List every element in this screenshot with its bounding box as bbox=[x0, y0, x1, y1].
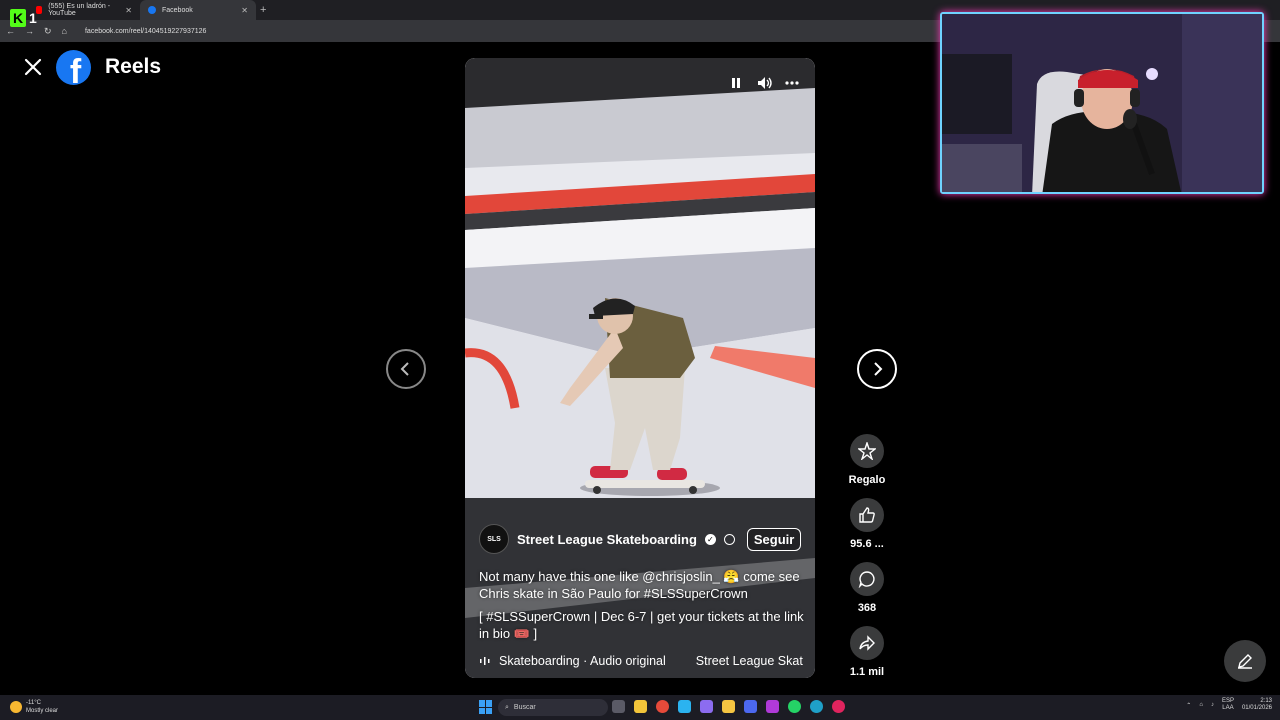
discord-icon[interactable] bbox=[744, 700, 757, 713]
follow-button[interactable]: Seguir bbox=[746, 527, 802, 551]
tab-facebook[interactable]: Facebook ✕ bbox=[140, 0, 256, 20]
tray-chevron-up-icon[interactable]: ⌃ bbox=[1186, 702, 1191, 709]
clock-time: 2:13 bbox=[1260, 698, 1272, 704]
comment-action[interactable]: 368 bbox=[841, 562, 893, 614]
forward-icon[interactable]: → bbox=[25, 26, 34, 36]
gift-action[interactable]: Regalo bbox=[841, 434, 893, 486]
volume-tray-icon[interactable]: ♪ bbox=[1211, 702, 1214, 708]
volume-button[interactable] bbox=[757, 76, 772, 90]
audio-wave-icon bbox=[480, 657, 490, 665]
app-icon[interactable] bbox=[766, 700, 779, 713]
gift-button[interactable] bbox=[850, 434, 884, 468]
share-count: 1.1 mil bbox=[849, 666, 885, 678]
app-icon[interactable] bbox=[700, 700, 713, 713]
task-view-icon[interactable] bbox=[612, 700, 625, 713]
audio-label: Skateboarding · Audio original bbox=[499, 654, 666, 668]
chevron-right-icon bbox=[874, 362, 883, 376]
next-reel-button[interactable] bbox=[857, 349, 897, 389]
caption-line: [ #SLSSuperCrown | Dec 6-7 | get your ti… bbox=[479, 609, 804, 641]
windows-start-icon[interactable] bbox=[479, 700, 493, 714]
url-field[interactable]: facebook.com/reel/1404519227937126 bbox=[85, 28, 206, 35]
share-icon bbox=[859, 635, 875, 651]
close-tab-icon[interactable]: ✕ bbox=[125, 6, 132, 15]
reel-owner-row: SLS Street League Skateboarding ✓ Seguir bbox=[479, 524, 809, 554]
system-tray: ⌃ ⌂ ♪ ESP LAA 2:13 01/01/2026 bbox=[1186, 698, 1272, 712]
edge-icon[interactable] bbox=[678, 700, 691, 713]
kick-logo-icon: K bbox=[10, 9, 26, 27]
like-button[interactable] bbox=[850, 498, 884, 532]
new-tab-icon[interactable]: + bbox=[260, 4, 266, 16]
page-title: Reels bbox=[105, 55, 162, 78]
volume-icon bbox=[758, 77, 772, 89]
facebook-favicon-icon bbox=[148, 6, 156, 14]
weather-icon bbox=[10, 701, 22, 713]
home-icon[interactable]: ⌂ bbox=[62, 26, 67, 36]
kick-badge: K 1 bbox=[10, 9, 37, 27]
taskbar-search[interactable]: ⌕ Buscar bbox=[498, 699, 608, 716]
owner-name[interactable]: Street League Skateboarding bbox=[517, 532, 697, 547]
reel-video[interactable]: SLS Street League Skateboarding ✓ Seguir… bbox=[465, 58, 815, 678]
compose-button[interactable] bbox=[1224, 640, 1266, 682]
edge-browser-icon[interactable] bbox=[810, 700, 823, 713]
language-indicator[interactable]: ESP LAA bbox=[1222, 698, 1234, 712]
webcam-image bbox=[942, 14, 1262, 192]
reload-icon[interactable]: ↻ bbox=[44, 26, 52, 37]
close-tab-icon[interactable]: ✕ bbox=[241, 6, 248, 15]
network-icon[interactable]: ⌂ bbox=[1199, 702, 1203, 708]
share-action[interactable]: 1.1 mil bbox=[841, 626, 893, 678]
comment-button[interactable] bbox=[850, 562, 884, 596]
folder-icon[interactable] bbox=[722, 700, 735, 713]
weather-widget[interactable]: -11°C Mostly clear bbox=[10, 699, 58, 715]
tab-label: Facebook bbox=[162, 6, 193, 14]
previous-reel-button[interactable] bbox=[386, 349, 426, 389]
globe-icon bbox=[723, 533, 735, 545]
webcam-overlay bbox=[940, 12, 1264, 194]
facebook-logo-icon[interactable]: f bbox=[56, 50, 91, 85]
gift-label: Regalo bbox=[848, 474, 886, 486]
close-reels-button[interactable] bbox=[22, 56, 44, 78]
clock-date: 01/01/2026 bbox=[1241, 705, 1272, 711]
comment-icon bbox=[858, 571, 875, 588]
like-count: 95.6 ... bbox=[850, 538, 884, 550]
video-controls bbox=[729, 76, 799, 90]
share-button[interactable] bbox=[850, 626, 884, 660]
close-icon bbox=[24, 58, 42, 76]
weather-desc: Mostly clear bbox=[26, 708, 59, 714]
like-action[interactable]: 95.6 ... bbox=[841, 498, 893, 550]
taskbar-apps bbox=[612, 700, 845, 713]
kick-number: 1 bbox=[29, 10, 37, 26]
pause-button[interactable] bbox=[729, 76, 743, 90]
avatar[interactable]: SLS bbox=[479, 524, 509, 554]
back-icon[interactable]: ← bbox=[6, 26, 15, 36]
thumbs-up-icon bbox=[859, 507, 875, 523]
clock[interactable]: 2:13 01/01/2026 bbox=[1242, 698, 1272, 712]
star-gift-icon bbox=[858, 442, 876, 460]
audio-source-label: Street League Skat bbox=[695, 654, 803, 668]
weather-temp: -11°C bbox=[26, 700, 41, 706]
comment-count: 368 bbox=[857, 602, 877, 614]
app-icon[interactable] bbox=[832, 700, 845, 713]
tab-label: (555) Es un ladrón - YouTube bbox=[48, 3, 111, 17]
pause-icon bbox=[732, 78, 740, 88]
reel-caption[interactable]: Not many have this one like @chrisjoslin… bbox=[479, 568, 804, 642]
brave-icon[interactable] bbox=[634, 700, 647, 713]
verified-badge-icon: ✓ bbox=[704, 533, 716, 545]
chevron-left-icon bbox=[400, 362, 409, 376]
edit-icon bbox=[1238, 654, 1252, 669]
whatsapp-icon[interactable] bbox=[788, 700, 801, 713]
chrome-icon[interactable] bbox=[656, 700, 669, 713]
caption-line: Not many have this one like @chrisjoslin… bbox=[479, 569, 800, 601]
search-label: Buscar bbox=[513, 704, 536, 711]
audio-row[interactable]: Skateboarding · Audio original Street Le… bbox=[479, 654, 809, 668]
search-icon: ⌕ bbox=[505, 703, 509, 711]
more-horizontal-icon bbox=[785, 81, 799, 85]
more-options-button[interactable] bbox=[785, 76, 799, 90]
